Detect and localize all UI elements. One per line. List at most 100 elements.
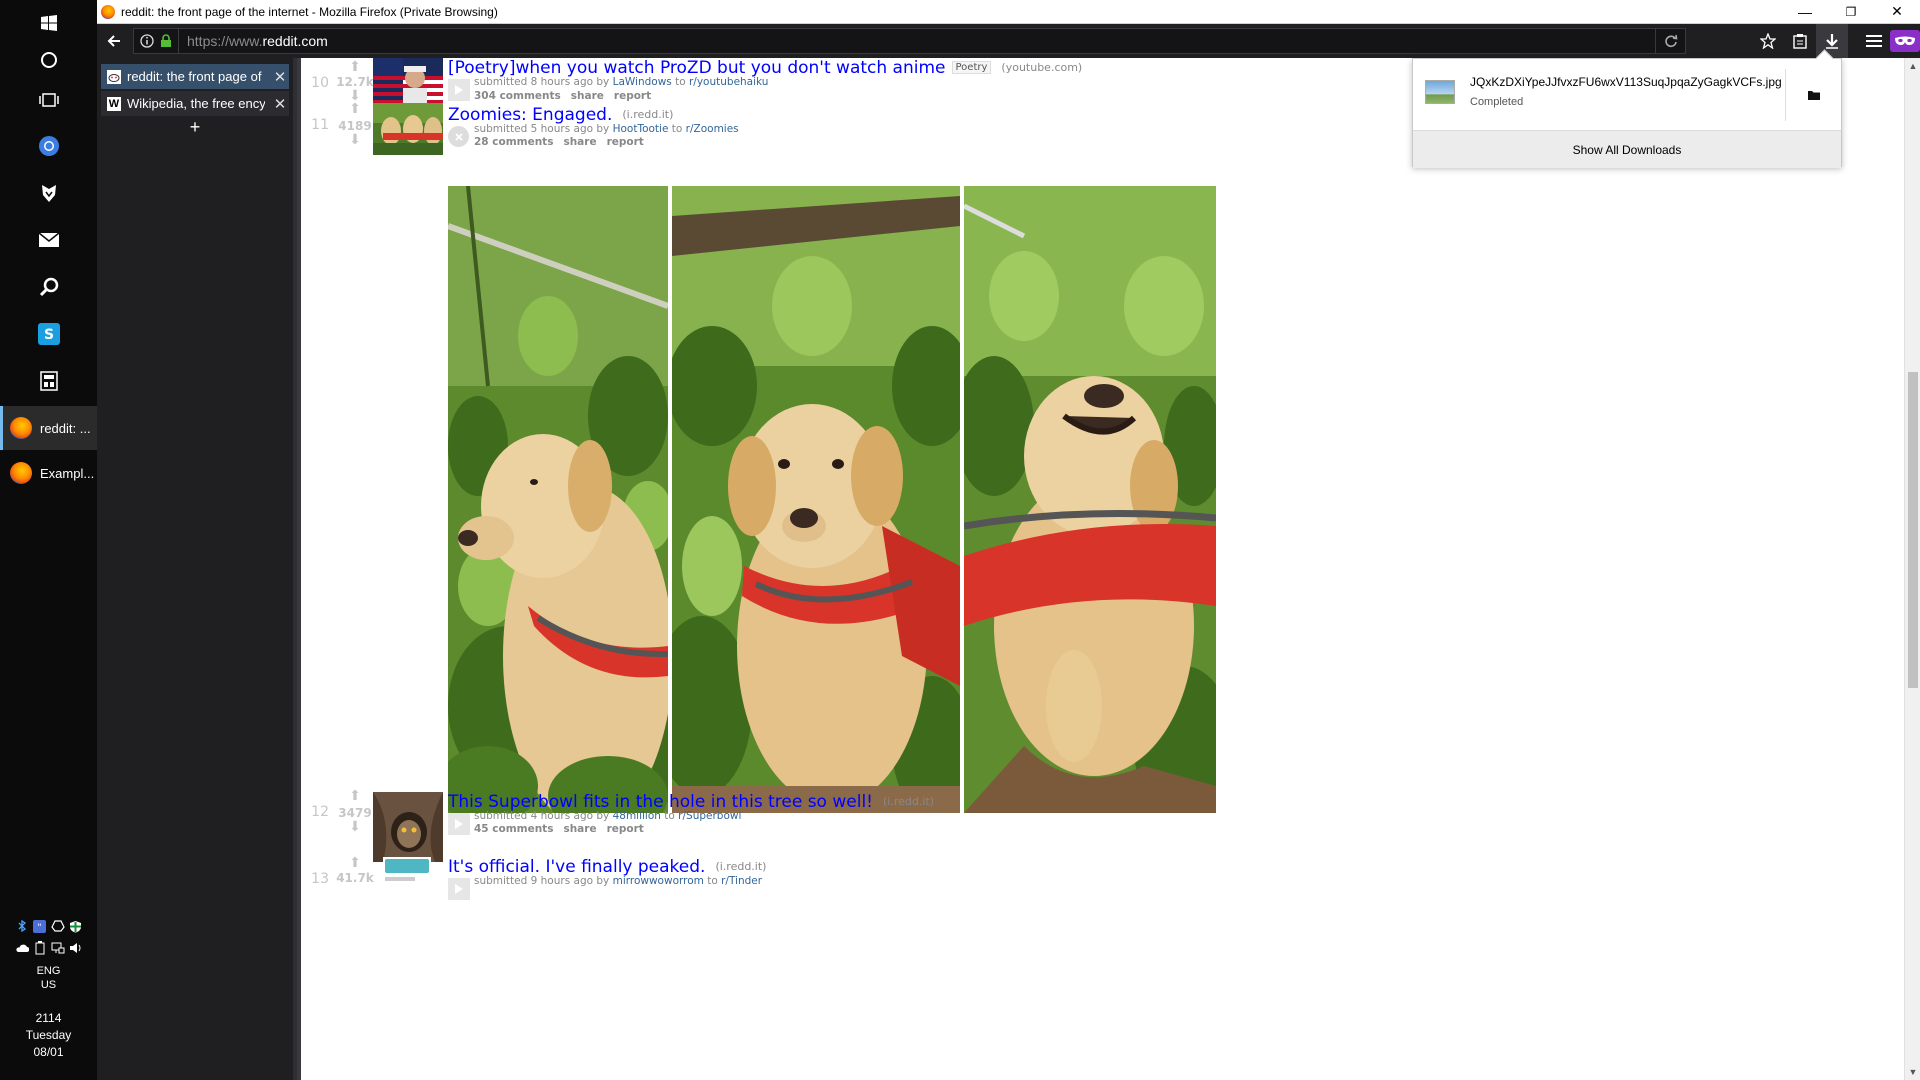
author-link[interactable]: LaWindows <box>613 76 672 88</box>
author-link[interactable]: mirrowwoworrom <box>613 875 704 887</box>
clock[interactable]: 2114 Tuesday 08/01 <box>0 1010 97 1061</box>
post-title-row: Zoomies: Engaged. (i.redd.it) <box>448 105 673 125</box>
share-link[interactable]: share <box>571 90 604 102</box>
post-thumbnail[interactable] <box>383 857 431 909</box>
post-thumbnail[interactable] <box>373 58 443 108</box>
post-title-link[interactable]: This Superbowl fits in the hole in this … <box>448 792 873 812</box>
taskbar-app-label: Exampl... <box>40 465 95 481</box>
downvote-arrow-icon[interactable]: ⬇ <box>348 820 362 834</box>
report-link[interactable]: report <box>607 823 644 835</box>
post-thumbnail[interactable] <box>373 103 443 155</box>
reddit-favicon-icon <box>107 69 121 84</box>
expando-play-button[interactable] <box>448 878 470 900</box>
input-language[interactable]: ENG US <box>0 964 97 992</box>
expando-play-button[interactable] <box>448 79 470 101</box>
post-domain[interactable]: (i.redd.it) <box>622 108 673 121</box>
bluetooth-icon[interactable] <box>15 919 29 933</box>
drive-sync-icon[interactable] <box>50 919 65 933</box>
onedrive-cloud-icon[interactable] <box>15 941 29 955</box>
reload-button[interactable] <box>1655 29 1685 53</box>
taskbar-app-firefox-example[interactable]: Exampl... <box>0 451 97 495</box>
author-link[interactable]: 48million <box>613 810 661 822</box>
private-browsing-badge <box>1890 30 1920 52</box>
downvote-arrow-icon[interactable]: ⬇ <box>348 133 362 147</box>
back-button[interactable] <box>97 24 131 58</box>
url-bar[interactable]: https://www.reddit.com <box>133 28 1686 54</box>
star-icon <box>1760 33 1776 49</box>
scrollbar-thumb[interactable] <box>1908 372 1918 688</box>
share-link[interactable]: share <box>563 823 596 835</box>
scroll-up-arrow-icon[interactable]: ▲ <box>1905 58 1920 74</box>
task-view-icon[interactable] <box>0 77 97 123</box>
post-score: 3479 <box>338 806 372 820</box>
report-link[interactable]: report <box>607 136 644 148</box>
upvote-arrow-icon[interactable]: ⬆ <box>348 102 362 116</box>
menu-button[interactable] <box>1858 24 1890 58</box>
comments-link[interactable]: 28 comments <box>474 136 553 148</box>
download-item[interactable]: JQxKzDXiYpeJJfvxzFU6wxV113SuqJpqaZyGagkV… <box>1413 59 1841 131</box>
post-title-link[interactable]: [Poetry]when you watch ProZD but you don… <box>448 58 946 78</box>
volume-icon[interactable] <box>69 941 83 955</box>
reload-icon <box>1664 34 1677 48</box>
upvote-arrow-icon[interactable]: ⬆ <box>348 856 362 870</box>
minimize-button[interactable]: — <box>1782 0 1828 24</box>
upvote-arrow-icon[interactable]: ⬆ <box>348 789 362 803</box>
subreddit-link[interactable]: r/Tinder <box>721 875 762 887</box>
reddit-page: 10 ⬆ 12.7k ⬇ [Poetry]when you watch ProZ… <box>301 58 1904 1080</box>
post-score: 4189 <box>338 119 372 133</box>
expando-close-button[interactable] <box>448 126 469 147</box>
window-title: reddit: the front page of the internet -… <box>121 4 498 19</box>
submitted-text: submitted 5 hours ago by <box>474 123 610 135</box>
new-tab-button[interactable]: + <box>97 117 293 137</box>
show-all-downloads-button[interactable]: Show All Downloads <box>1413 131 1841 168</box>
dog-photo-panel-2 <box>672 186 960 813</box>
post-thumbnail[interactable] <box>373 792 443 862</box>
restore-button[interactable]: ❐ <box>1828 0 1874 24</box>
mail-icon[interactable] <box>0 217 97 263</box>
comments-link[interactable]: 304 comments <box>474 90 561 102</box>
post-title-link[interactable]: It's official. I've finally peaked. <box>448 857 705 877</box>
comments-link[interactable]: 45 comments <box>474 823 553 835</box>
defender-shield-icon[interactable] <box>69 919 83 933</box>
site-identity[interactable] <box>134 29 179 53</box>
bookmarks-menu-button[interactable] <box>1784 24 1816 58</box>
title-bar: reddit: the front page of the internet -… <box>97 0 1920 24</box>
close-tab-icon[interactable]: ✕ <box>271 95 289 113</box>
calculator-icon[interactable] <box>0 358 97 404</box>
report-link[interactable]: report <box>614 90 651 102</box>
post-12: 12 ⬆ 3479 ⬇ This Superbowl fits in the h… <box>301 789 1301 862</box>
taskbar-app-firefox-reddit[interactable]: reddit: ... <box>0 406 97 450</box>
open-folder-button[interactable] <box>1785 69 1841 121</box>
subreddit-link[interactable]: r/Zoomies <box>686 123 739 135</box>
upvote-arrow-icon[interactable]: ⬆ <box>348 60 362 74</box>
post-domain[interactable]: (youtube.com) <box>1001 61 1082 74</box>
expando-play-button[interactable] <box>448 813 470 835</box>
tab-reddit[interactable]: reddit: the front page of t ✕ <box>101 64 289 89</box>
subreddit-link[interactable]: r/youtubehaiku <box>689 76 768 88</box>
post-title-link[interactable]: Zoomies: Engaged. <box>448 105 612 125</box>
share-link[interactable]: share <box>563 136 596 148</box>
onenote-icon[interactable]: " <box>33 919 47 933</box>
post-rank: 12 <box>311 804 329 820</box>
expanded-post-image[interactable] <box>448 186 1216 813</box>
close-button[interactable]: ✕ <box>1874 0 1920 24</box>
page-scrollbar[interactable]: ▲ ▼ <box>1904 58 1920 1080</box>
nav-toolbar: https://www.reddit.com <box>97 24 1920 58</box>
region-code: US <box>40 979 57 991</box>
bookmark-star-button[interactable] <box>1752 24 1784 58</box>
scroll-down-arrow-icon[interactable]: ▼ <box>1905 1064 1920 1080</box>
skype-icon[interactable]: S <box>0 311 97 357</box>
tab-wikipedia[interactable]: W Wikipedia, the free encyc ✕ <box>101 91 289 116</box>
post-domain[interactable]: (i.redd.it) <box>715 860 766 873</box>
close-tab-icon[interactable]: ✕ <box>271 68 289 86</box>
battery-icon[interactable] <box>33 941 47 955</box>
to-text: to <box>664 810 675 822</box>
brave-lion-icon[interactable] <box>0 170 97 216</box>
wrench-tool-icon[interactable] <box>0 264 97 310</box>
chrome-icon[interactable] <box>0 123 97 169</box>
author-link[interactable]: HootTootie <box>613 123 669 135</box>
post-domain[interactable]: (i.redd.it) <box>883 795 934 808</box>
network-icon[interactable] <box>51 941 65 955</box>
subreddit-link[interactable]: r/Superbowl <box>678 810 741 822</box>
post-tagline: submitted 4 hours ago by 48million to r/… <box>474 810 741 822</box>
